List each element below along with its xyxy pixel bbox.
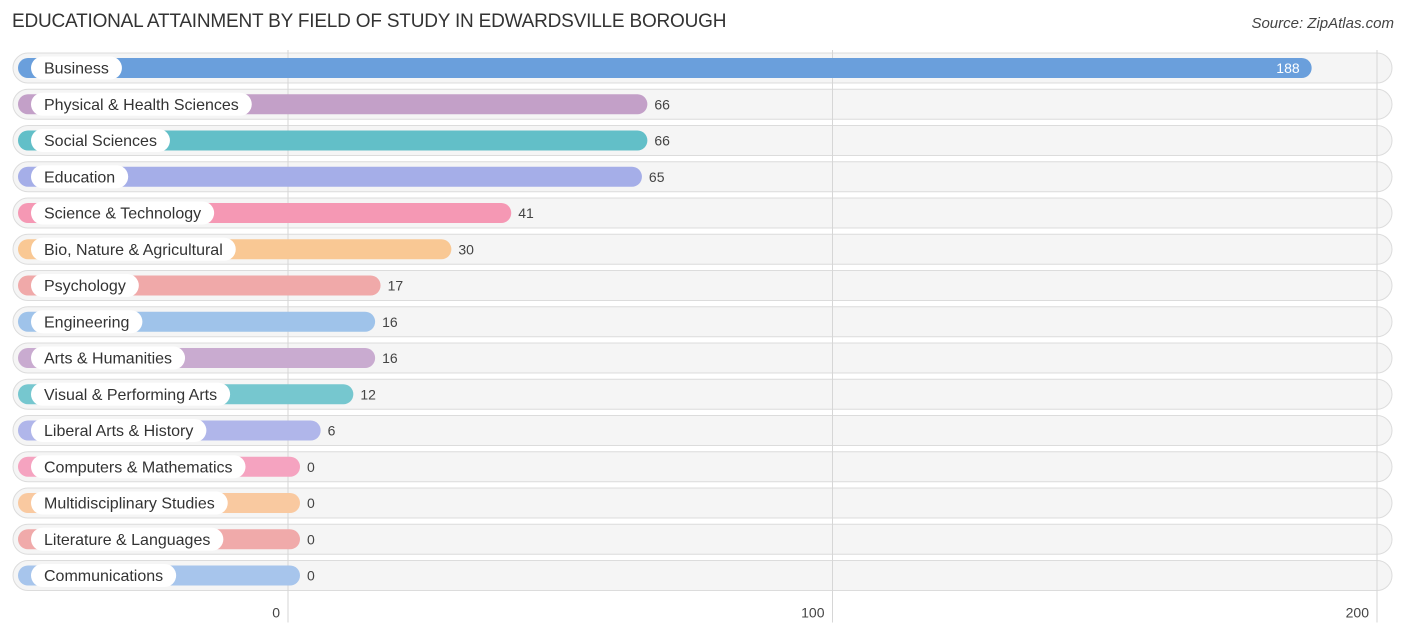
category-label: Social Sciences — [44, 133, 157, 150]
category-label: Communications — [44, 568, 163, 585]
bar-group: Business 188 — [18, 56, 1312, 80]
bar-group: Science & Technology 41 — [18, 201, 534, 225]
x-tick-label: 100 — [801, 605, 825, 621]
bar[interactable] — [18, 58, 1312, 78]
category-label: Psychology — [44, 278, 126, 295]
x-axis-ticks: 0 100 200 — [272, 605, 1369, 621]
bar-group: Multidisciplinary Studies 0 — [18, 491, 315, 515]
bar-group: Communications 0 — [18, 564, 315, 587]
bar-group: Bio, Nature & Agricultural 30 — [18, 237, 474, 261]
category-label: Engineering — [44, 314, 129, 331]
category-label: Business — [44, 61, 109, 78]
value-label: 0 — [307, 568, 315, 584]
value-label: 0 — [307, 495, 315, 511]
category-label: Computers & Mathematics — [44, 459, 233, 476]
category-label: Literature & Languages — [44, 532, 210, 549]
category-label: Science & Technology — [44, 206, 201, 223]
value-label: 188 — [1276, 60, 1300, 76]
value-label: 6 — [328, 423, 336, 439]
category-label: Visual & Performing Arts — [44, 387, 217, 404]
value-label: 17 — [388, 278, 404, 294]
bar-group: Arts & Humanities 16 — [18, 346, 398, 370]
bar-group: Liberal Arts & History 6 — [18, 419, 336, 442]
value-label: 65 — [649, 169, 665, 185]
bar-group: Literature & Languages 0 — [18, 527, 315, 551]
value-label: 0 — [307, 531, 315, 547]
bar-chart: Business 188Physical & Health Sciences 66S… — [12, 50, 1393, 623]
value-label: 41 — [518, 205, 534, 221]
value-label: 12 — [360, 386, 376, 402]
category-label: Multidisciplinary Studies — [44, 496, 215, 513]
category-label: Education — [44, 169, 115, 186]
value-label: 16 — [382, 350, 398, 366]
category-label: Bio, Nature & Agricultural — [44, 242, 223, 259]
bar-group: Engineering 16 — [18, 310, 398, 334]
bar-group: Visual & Performing Arts 12 — [18, 382, 376, 406]
bar-group: Psychology 17 — [18, 274, 403, 297]
category-label: Physical & Health Sciences — [44, 97, 239, 114]
x-tick-label: 200 — [1346, 605, 1370, 621]
value-label: 30 — [458, 241, 474, 257]
category-label: Liberal Arts & History — [44, 423, 193, 440]
value-label: 0 — [307, 459, 315, 475]
category-label: Arts & Humanities — [44, 351, 172, 368]
bar-group: Education 65 — [18, 165, 665, 189]
x-tick-label: 0 — [272, 605, 280, 621]
value-label: 66 — [654, 133, 670, 149]
bar-group: Social Sciences 66 — [18, 129, 670, 152]
value-label: 16 — [382, 314, 398, 330]
bar-group: Physical & Health Sciences 66 — [18, 92, 670, 116]
bar-group: Computers & Mathematics 0 — [18, 455, 315, 479]
value-label: 66 — [654, 96, 670, 112]
